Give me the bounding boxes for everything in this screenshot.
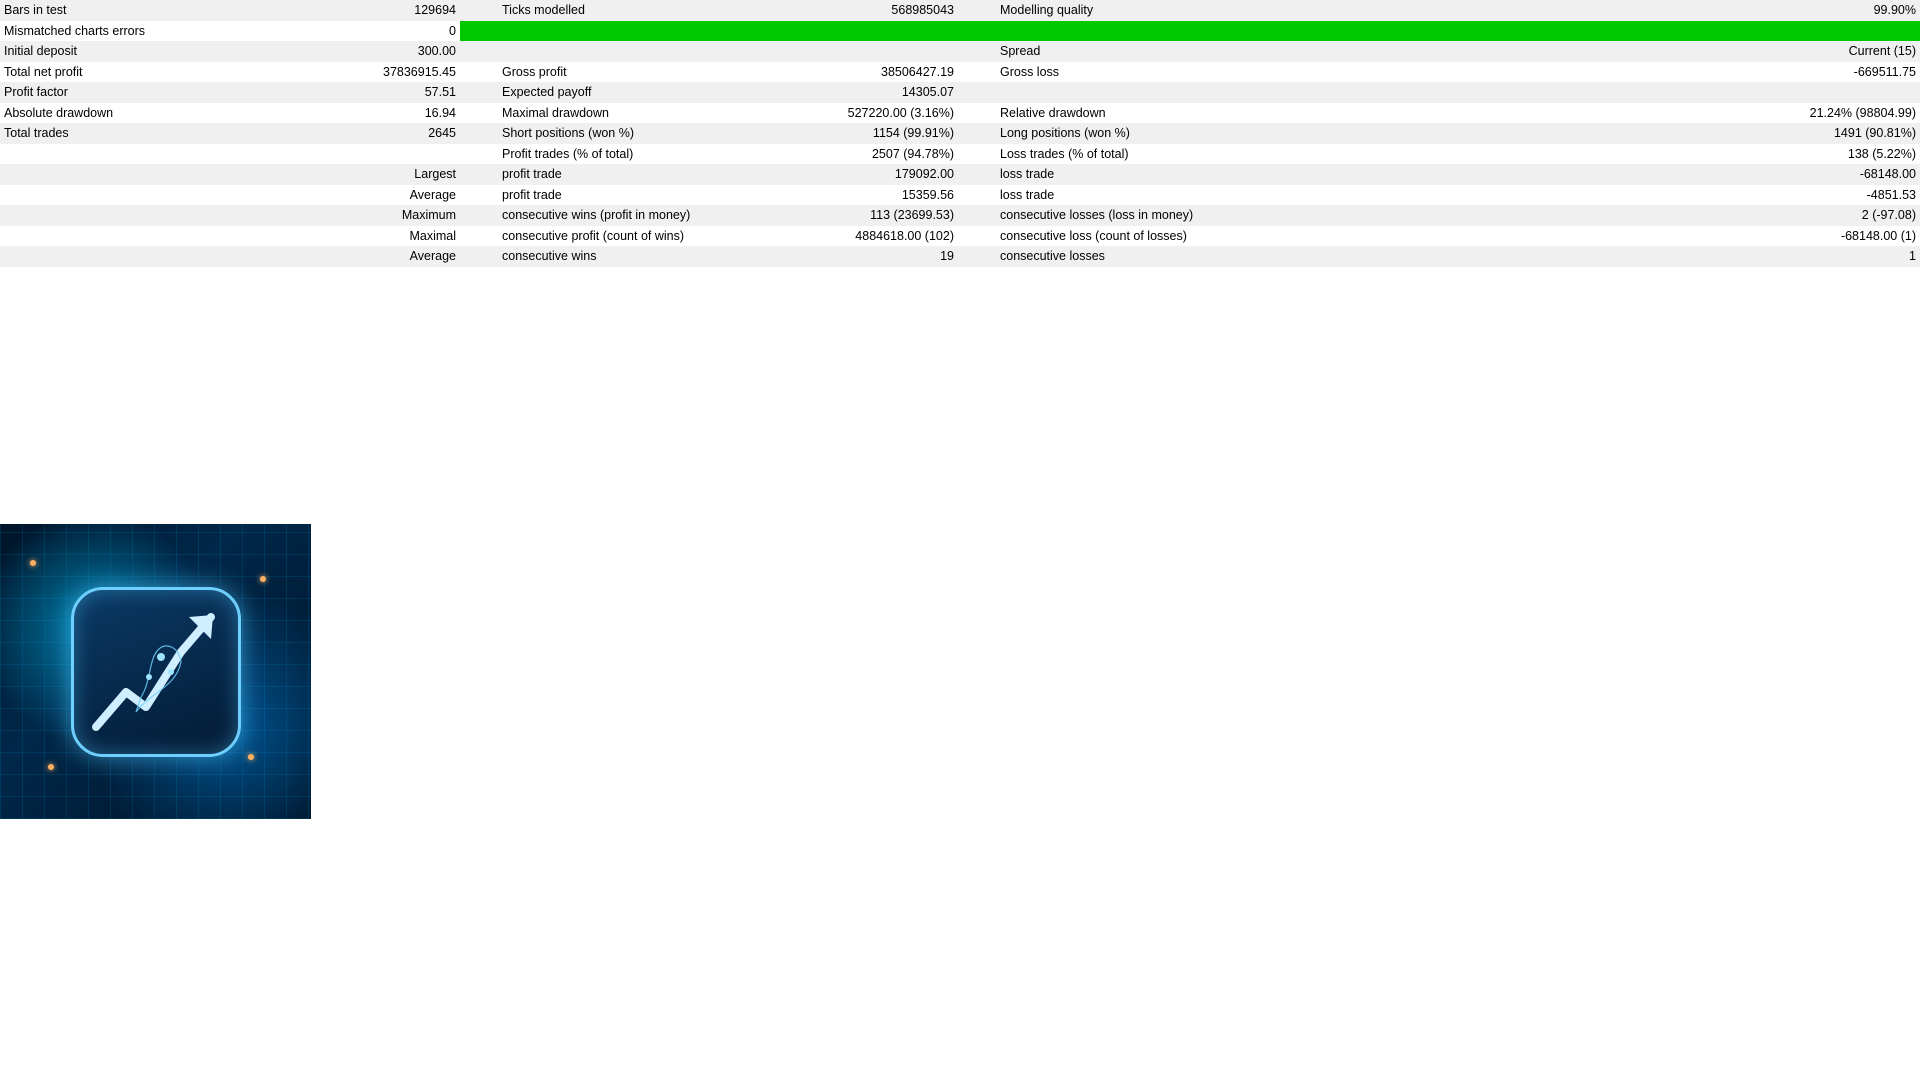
metric-label: consecutive profit (count of wins)	[498, 226, 798, 247]
report-row: Total trades2645Short positions (won %)1…	[0, 123, 1920, 144]
metric-value: 1154 (99.91%)	[798, 123, 958, 144]
metric-value: Maximal	[300, 226, 460, 247]
metric-label: Loss trades (% of total)	[996, 144, 1296, 165]
metric-value: 37836915.45	[300, 62, 460, 83]
metric-value: 179092.00	[798, 164, 958, 185]
metric-label: profit trade	[498, 185, 798, 206]
metric-value: 138 (5.22%)	[1296, 144, 1920, 165]
metric-value: 99.90%	[1296, 0, 1920, 21]
metric-label: Total trades	[0, 123, 300, 144]
metric-value: -669511.75	[1296, 62, 1920, 83]
metric-label	[0, 185, 300, 206]
metric-value: 527220.00 (3.16%)	[798, 103, 958, 124]
metric-label	[0, 164, 300, 185]
metric-value: 1491 (90.81%)	[1296, 123, 1920, 144]
metric-label: Spread	[996, 41, 1296, 62]
report-row: Bars in test129694 Ticks modelled56898504…	[0, 0, 1920, 21]
metric-value: 129694	[300, 0, 460, 21]
metric-value: 21.24% (98804.99)	[1296, 103, 1920, 124]
ai-trading-logo	[0, 524, 311, 819]
metric-label: consecutive losses (loss in money)	[996, 205, 1296, 226]
report-row: Largest profit trade179092.00 loss trade-6…	[0, 164, 1920, 185]
metric-value: Current (15)	[1296, 41, 1920, 62]
metric-label: Profit trades (% of total)	[498, 144, 798, 165]
metric-value: 15359.56	[798, 185, 958, 206]
report-row: Profit factor57.51 Expected payoff14305.0…	[0, 82, 1920, 103]
metric-label: Relative drawdown	[996, 103, 1296, 124]
metric-label: Absolute drawdown	[0, 103, 300, 124]
metric-value: 300.00	[300, 41, 460, 62]
report-row: Total net profit37836915.45 Gross profit3…	[0, 62, 1920, 83]
metric-label: consecutive loss (count of losses)	[996, 226, 1296, 247]
metric-value: 0	[300, 21, 460, 42]
metric-value: 2645	[300, 123, 460, 144]
metric-label: Initial deposit	[0, 41, 300, 62]
metric-label: Gross loss	[996, 62, 1296, 83]
metric-label: Expected payoff	[498, 82, 798, 103]
metric-value: 568985043	[798, 0, 958, 21]
metric-label: Short positions (won %)	[498, 123, 798, 144]
metric-value: -68148.00 (1)	[1296, 226, 1920, 247]
metric-label: consecutive wins	[498, 246, 798, 267]
metric-value: 16.94	[300, 103, 460, 124]
metric-value: Maximum	[300, 205, 460, 226]
metric-label: Mismatched charts errors	[0, 21, 300, 42]
report-row: Maximum consecutive wins (profit in money…	[0, 205, 1920, 226]
metric-label: Profit factor	[0, 82, 300, 103]
metric-value: Average	[300, 246, 460, 267]
metric-label: Modelling quality	[996, 0, 1296, 21]
report-row: Mismatched charts errors0	[0, 21, 1920, 42]
report-row: Average profit trade15359.56 loss trade-48…	[0, 185, 1920, 206]
metric-label: Total net profit	[0, 62, 300, 83]
metric-value: Largest	[300, 164, 460, 185]
metric-value: 1	[1296, 246, 1920, 267]
report-row: Absolute drawdown16.94 Maximal drawdown52…	[0, 103, 1920, 124]
quality-bar	[460, 21, 1920, 42]
metric-value	[1296, 82, 1920, 103]
metric-label: Gross profit	[498, 62, 798, 83]
metric-value: 113 (23699.53)	[798, 205, 958, 226]
metric-value: -4851.53	[1296, 185, 1920, 206]
metric-label	[0, 205, 300, 226]
metric-label: Ticks modelled	[498, 0, 798, 21]
report-row: Profit trades (% of total)2507 (94.78%) L…	[0, 144, 1920, 165]
metric-value: 4884618.00 (102)	[798, 226, 958, 247]
metric-value	[798, 41, 958, 62]
metric-label: loss trade	[996, 185, 1296, 206]
metric-value: 2507 (94.78%)	[798, 144, 958, 165]
metric-label	[996, 82, 1296, 103]
metric-label: profit trade	[498, 164, 798, 185]
metric-label: consecutive losses	[996, 246, 1296, 267]
metric-value	[300, 144, 460, 165]
metric-label: loss trade	[996, 164, 1296, 185]
metric-value: Average	[300, 185, 460, 206]
metric-label: consecutive wins (profit in money)	[498, 205, 798, 226]
metric-value: -68148.00	[1296, 164, 1920, 185]
metric-label: Long positions (won %)	[996, 123, 1296, 144]
metric-value: 57.51	[300, 82, 460, 103]
report-row: Maximal consecutive profit (count of wins…	[0, 226, 1920, 247]
metric-label: Maximal drawdown	[498, 103, 798, 124]
metric-label	[0, 144, 300, 165]
metric-label	[0, 226, 300, 247]
metric-label: Bars in test	[0, 0, 300, 21]
metric-value: 14305.07	[798, 82, 958, 103]
report-row: Average consecutive wins19 consecutive los…	[0, 246, 1920, 267]
metric-label	[0, 246, 300, 267]
metric-value: 2 (-97.08)	[1296, 205, 1920, 226]
backtest-report-table: Bars in test129694 Ticks modelled56898504…	[0, 0, 1920, 267]
metric-label	[498, 41, 798, 62]
metric-value: 38506427.19	[798, 62, 958, 83]
metric-value: 19	[798, 246, 958, 267]
report-row: Initial deposit300.00 SpreadCurrent (15)	[0, 41, 1920, 62]
